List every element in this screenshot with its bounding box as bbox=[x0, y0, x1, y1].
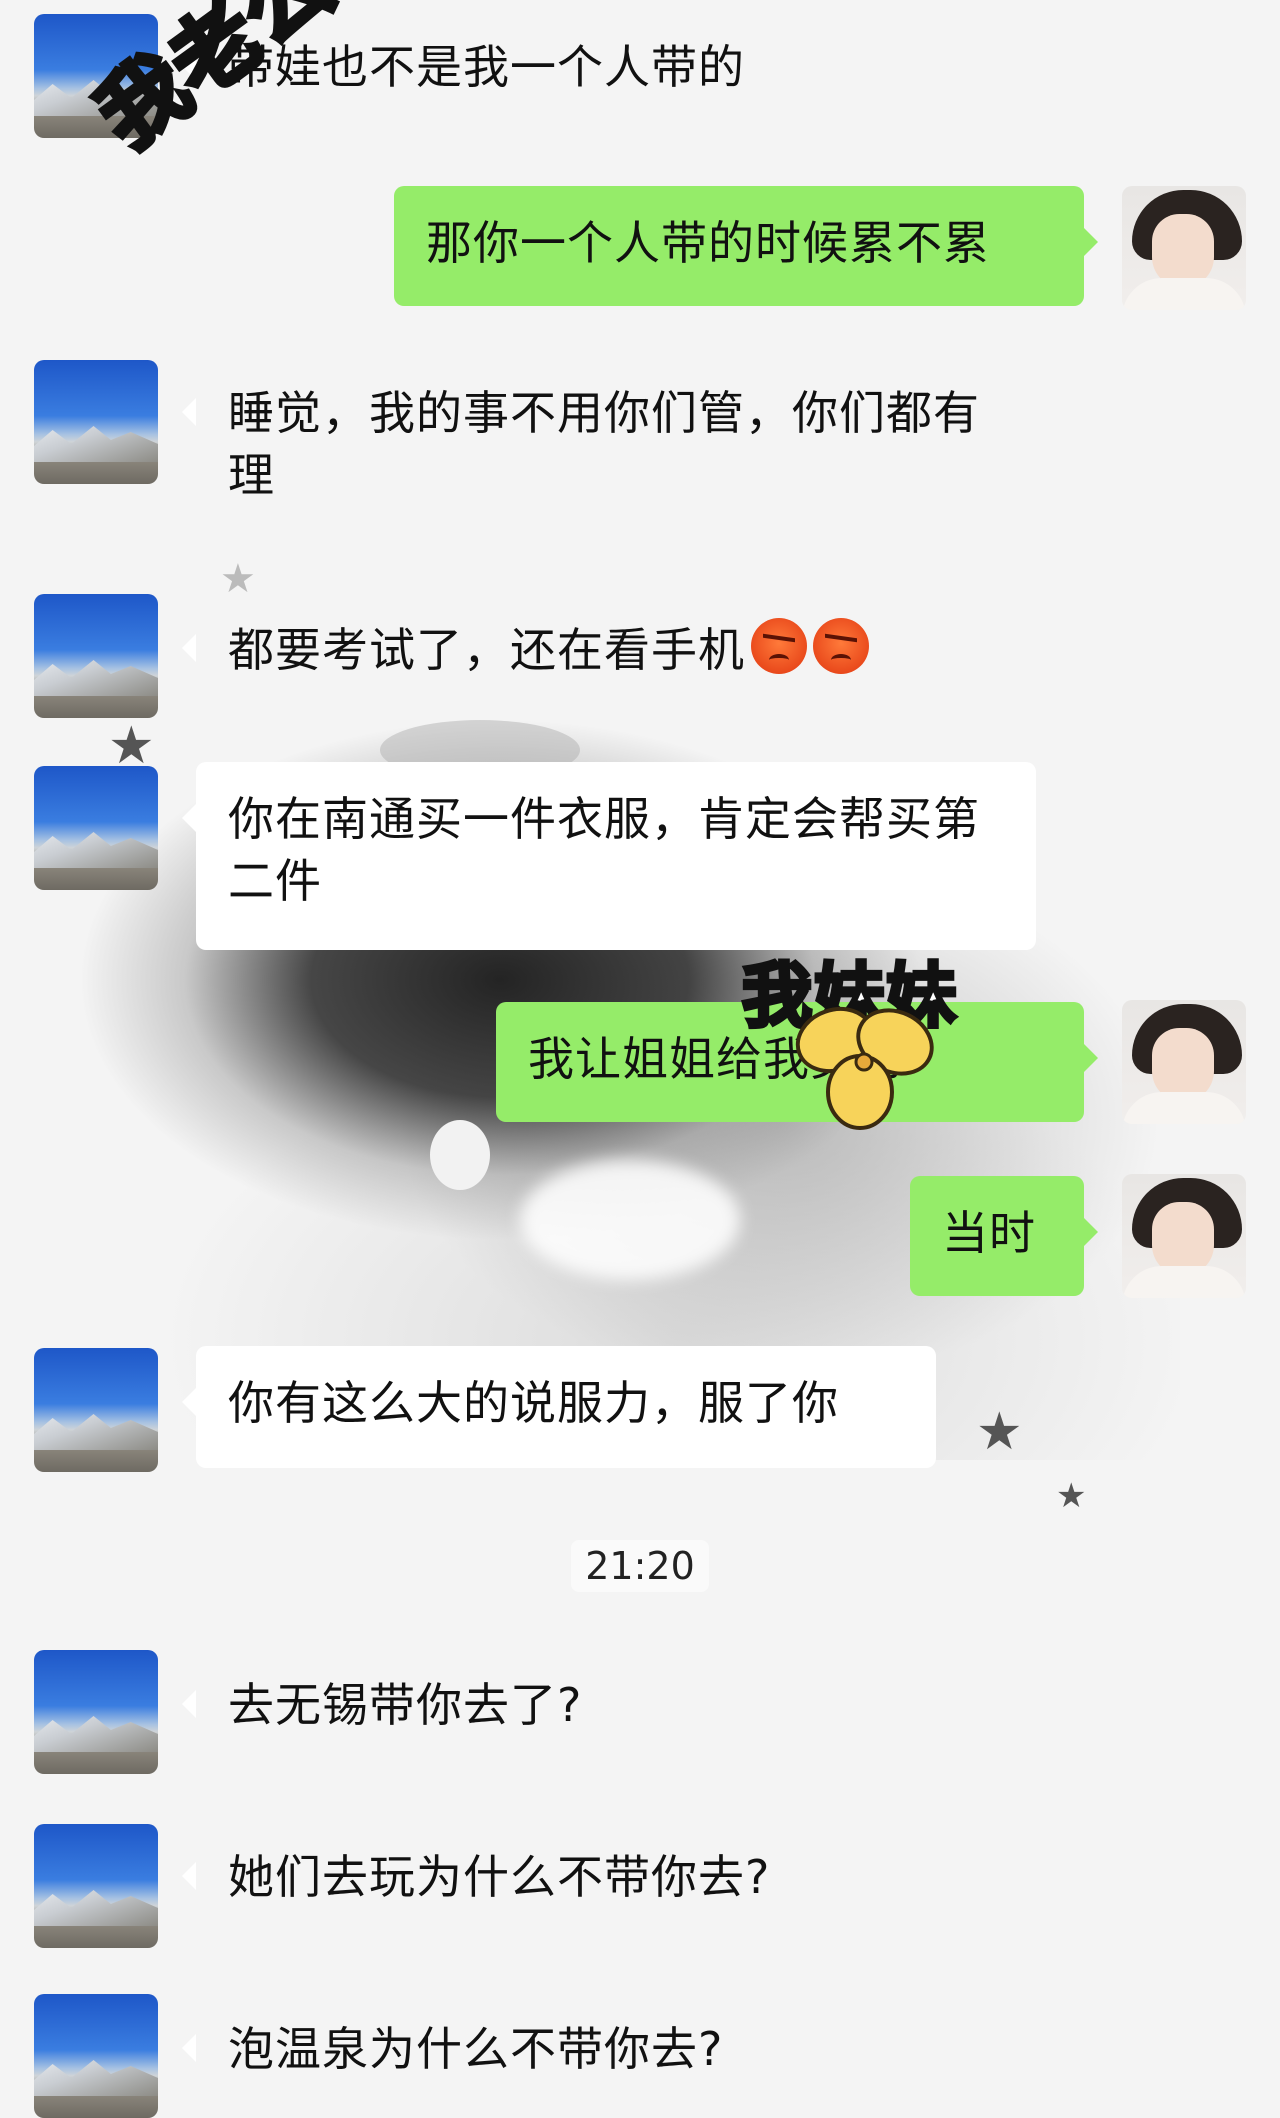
contact-avatar[interactable] bbox=[34, 1994, 158, 2118]
message-timestamp: 21:20 bbox=[0, 1540, 1280, 1592]
message-text: 你在南通买一件衣服，肯定会帮买第二件 bbox=[228, 792, 980, 908]
message-text: 都要考试了，还在看手机 bbox=[228, 623, 745, 677]
angry-face-icon bbox=[813, 618, 869, 674]
message-text: 泡温泉为什么不带你去? bbox=[228, 2022, 724, 2076]
background-spot bbox=[430, 1120, 490, 1190]
message-bubble-received[interactable]: 都要考试了，还在看手机 bbox=[182, 592, 956, 718]
contact-avatar[interactable] bbox=[34, 360, 158, 484]
timestamp-text: 21:20 bbox=[571, 1540, 709, 1592]
message-text: 当时 bbox=[942, 1206, 1036, 1260]
contact-avatar[interactable] bbox=[34, 1348, 158, 1472]
clover-sticker-icon bbox=[795, 1006, 934, 1130]
message-bubble-received[interactable]: 你在南通买一件衣服，肯定会帮买第二件 bbox=[182, 762, 1036, 950]
message-text: 你有这么大的说服力，服了你 bbox=[228, 1376, 839, 1430]
background-cloud bbox=[520, 1160, 740, 1280]
message-bubble-received[interactable]: 泡温泉为什么不带你去? bbox=[182, 1992, 816, 2106]
message-bubble-received[interactable]: 她们去玩为什么不带你去? bbox=[182, 1820, 856, 1944]
my-avatar[interactable] bbox=[1122, 186, 1246, 310]
star-icon: ★ bbox=[976, 1402, 1023, 1462]
contact-avatar[interactable] bbox=[34, 1650, 158, 1774]
message-text: 睡觉，我的事不用你们管，你们都有理 bbox=[228, 386, 980, 502]
message-bubble-received[interactable]: 去无锡带你去了? bbox=[182, 1648, 816, 1772]
star-icon: ★ bbox=[1056, 1476, 1087, 1516]
my-avatar[interactable] bbox=[1122, 1174, 1246, 1298]
message-bubble-received[interactable]: 睡觉，我的事不用你们管，你们都有理 bbox=[182, 356, 1036, 528]
message-bubble-sent[interactable]: 当时 bbox=[910, 1176, 1098, 1296]
my-avatar[interactable] bbox=[1122, 1000, 1246, 1124]
message-bubble-received[interactable]: 你有这么大的说服力，服了你 bbox=[182, 1346, 936, 1468]
contact-avatar[interactable] bbox=[34, 594, 158, 718]
contact-avatar[interactable] bbox=[34, 1824, 158, 1948]
message-bubble-sent[interactable]: 那你一个人带的时候累不累 bbox=[394, 186, 1098, 306]
angry-face-icon bbox=[751, 618, 807, 674]
message-text: 去无锡带你去了? bbox=[228, 1678, 583, 1732]
message-text: 她们去玩为什么不带你去? bbox=[228, 1850, 771, 1904]
contact-avatar[interactable] bbox=[34, 766, 158, 890]
message-text: 那你一个人带的时候累不累 bbox=[426, 216, 990, 270]
